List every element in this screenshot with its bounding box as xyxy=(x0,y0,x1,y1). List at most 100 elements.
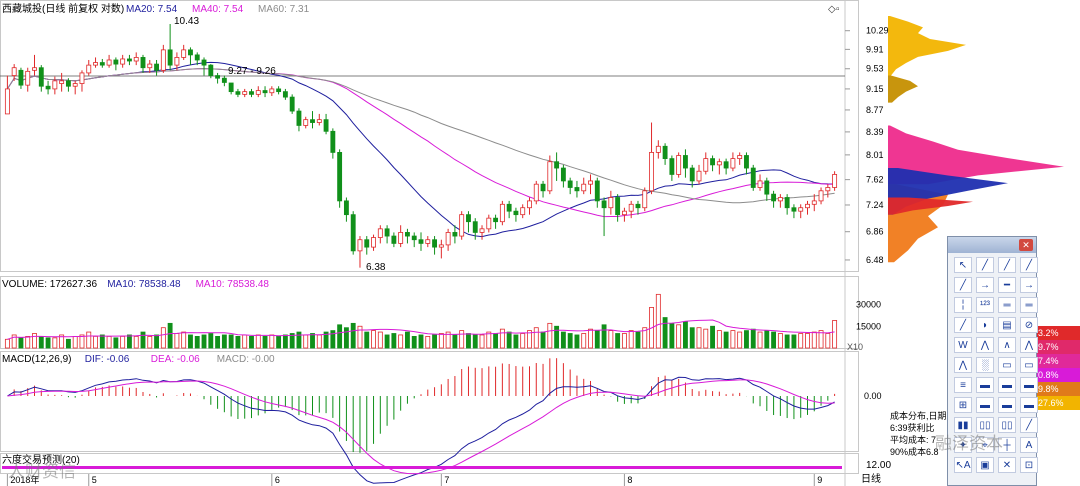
drawing-tool-button[interactable]: ⊞ xyxy=(954,397,972,413)
drawing-tool-button[interactable]: ≡ xyxy=(954,377,972,393)
drawing-tool-button[interactable]: ━ xyxy=(998,277,1016,293)
volume-bar xyxy=(486,331,492,349)
candle-body xyxy=(65,80,71,87)
volume-bars: 30000 15000 xyxy=(4,293,881,349)
candle-body xyxy=(194,54,200,61)
chip-info-line: 成本分布,日期 xyxy=(890,411,947,421)
candle-body xyxy=(642,190,648,209)
drawing-tool-button[interactable]: ▬ xyxy=(998,397,1016,413)
drawing-tool-button[interactable]: ∧ xyxy=(998,337,1016,353)
close-icon[interactable]: ✕ xyxy=(1019,239,1033,251)
candle-body xyxy=(567,180,573,188)
palette-title-bar[interactable]: ✕ xyxy=(948,237,1036,253)
volume-bar xyxy=(432,334,437,349)
volume-bar xyxy=(316,334,322,349)
candle-body xyxy=(377,228,383,238)
volume-bar xyxy=(188,334,193,349)
drawing-tool-button[interactable]: ▬ xyxy=(998,377,1016,393)
drawing-tool-button[interactable]: A xyxy=(1020,437,1038,453)
volume-bar xyxy=(493,333,499,349)
macd-chart: 0.00 xyxy=(7,358,882,484)
volume-bar xyxy=(479,334,485,349)
bottom-indicator-value: 12.00 xyxy=(866,460,891,471)
candle-body xyxy=(744,155,749,169)
low-price-label: 6.38 xyxy=(366,262,386,273)
drawing-tool-button[interactable]: ╱ xyxy=(1020,417,1038,433)
drawing-tool-button[interactable]: ▬ xyxy=(976,377,994,393)
drawing-tool-button[interactable]: ⊡ xyxy=(1020,457,1038,473)
candle-body xyxy=(737,155,743,160)
candle-body xyxy=(106,59,112,66)
volume-bar xyxy=(452,334,458,349)
drawing-tool-button[interactable]: ╱ xyxy=(954,317,972,333)
candle-body xyxy=(113,59,119,65)
volume-bar xyxy=(601,324,607,349)
diamond-icon[interactable]: ◇ xyxy=(828,4,836,15)
drawing-tool-button[interactable]: W xyxy=(954,337,972,353)
drawing-tool-button[interactable]: ▣ xyxy=(976,457,994,473)
drawing-tool-button[interactable]: ↖ xyxy=(954,257,972,273)
window-toggle-icon[interactable]: ▫ xyxy=(836,4,840,15)
drawing-tool-button[interactable]: ↖A xyxy=(954,457,972,473)
ma40-line xyxy=(6,68,835,218)
volume-bar xyxy=(38,335,44,349)
candle-body xyxy=(750,167,756,188)
drawing-tool-button[interactable]: ✕ xyxy=(998,457,1016,473)
candle-body xyxy=(398,232,404,244)
candle-body xyxy=(533,183,539,202)
volume-bar xyxy=(140,331,146,349)
volume-bar xyxy=(730,330,736,349)
drawing-tool-button[interactable]: ▭ xyxy=(998,357,1016,373)
candle-body xyxy=(140,57,146,69)
drawing-tool-button[interactable]: ═ xyxy=(998,297,1016,313)
price-tick-label: 9.15 xyxy=(866,84,884,94)
candle-body xyxy=(594,180,600,202)
drawing-tool-button[interactable]: ▤ xyxy=(998,317,1016,333)
candle-body xyxy=(452,232,458,237)
volume-bar xyxy=(343,327,349,349)
candle-body xyxy=(757,180,763,188)
drawing-tool-button[interactable]: ▬ xyxy=(1020,397,1038,413)
candle-body xyxy=(608,197,614,209)
volume-bar xyxy=(608,330,614,349)
drawing-tool-button[interactable]: ╎ xyxy=(954,297,972,313)
drawing-tool-button[interactable]: ⋀ xyxy=(1020,337,1038,353)
drawing-tool-button[interactable]: ░ xyxy=(976,357,994,373)
candle-body xyxy=(527,200,532,209)
candle-body xyxy=(147,63,153,69)
volume-bar xyxy=(750,328,756,349)
drawing-tool-button[interactable]: → xyxy=(976,277,994,293)
legend-item: DIF: -0.06 xyxy=(85,354,130,365)
drawing-tool-button[interactable]: ⊘ xyxy=(1020,317,1038,333)
drawing-tool-button[interactable]: → xyxy=(1020,277,1038,293)
volume-bar xyxy=(425,335,431,349)
legend-item: MA10: 78538.48 xyxy=(196,279,270,290)
x-tick-label: 8 xyxy=(627,475,632,485)
drawing-tool-button[interactable]: ¹²³ xyxy=(976,297,994,313)
candle-body xyxy=(730,158,736,169)
drawing-tool-button[interactable]: ▭ xyxy=(1020,357,1038,373)
volume-bar xyxy=(669,322,675,349)
drawing-tool-button[interactable]: ╱ xyxy=(954,277,972,293)
drawing-tool-button[interactable]: ⋀ xyxy=(976,337,994,353)
drawing-tool-button[interactable]: ╱ xyxy=(976,257,994,273)
drawing-tool-button[interactable]: ▬ xyxy=(976,397,994,413)
drawing-tool-button[interactable]: ╱ xyxy=(1020,257,1038,273)
drawing-tool-button[interactable]: ╱ xyxy=(998,257,1016,273)
price-tick-label: 7.24 xyxy=(866,200,884,210)
candle-body xyxy=(710,158,715,166)
candle-body xyxy=(350,214,356,252)
volume-bar xyxy=(350,322,356,349)
candle-body xyxy=(472,221,478,233)
drawing-tool-button[interactable]: ◗ xyxy=(976,317,994,333)
volume-bar xyxy=(127,334,132,349)
volume-bar xyxy=(710,325,715,349)
percent-badge: 9.8% xyxy=(1036,382,1080,396)
drawing-tool-button[interactable]: ═ xyxy=(1020,297,1038,313)
volume-bar xyxy=(540,331,546,349)
candle-body xyxy=(520,207,526,216)
drawing-tool-button[interactable]: ▬ xyxy=(1020,377,1038,393)
volume-bar xyxy=(655,293,661,349)
drawing-tool-button[interactable]: ⋀ xyxy=(954,357,972,373)
volume-bar xyxy=(242,334,248,349)
